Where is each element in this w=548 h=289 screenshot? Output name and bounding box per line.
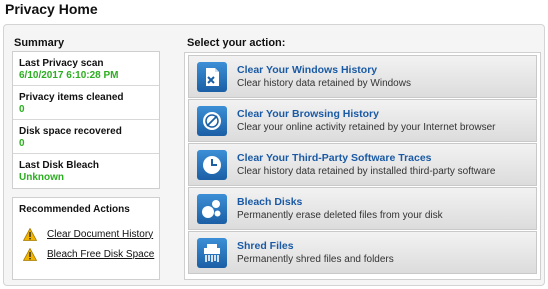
summary-label: Last Privacy scan xyxy=(19,58,104,69)
bubbles-icon xyxy=(197,193,227,224)
clear-browsing-history-button[interactable]: Clear Your Browsing History Clear your o… xyxy=(188,99,537,142)
summary-label: Last Disk Bleach xyxy=(19,160,100,171)
shredder-icon xyxy=(197,237,227,268)
summary-value: 0 xyxy=(19,138,25,149)
action-title: Shred Files xyxy=(237,239,294,252)
actions-panel: Clear Your Windows History Clear history… xyxy=(184,52,541,280)
summary-heading: Summary xyxy=(14,37,65,49)
summary-label: Privacy items cleaned xyxy=(19,92,124,103)
recommended-item-bleach-free-space: Bleach Free Disk Space xyxy=(23,247,154,261)
summary-item-space-recovered: Disk space recovered 0 xyxy=(13,120,159,154)
page-title: Privacy Home xyxy=(5,1,98,17)
warning-icon xyxy=(23,247,37,261)
summary-value: Unknown xyxy=(19,172,64,183)
action-title: Clear Your Windows History xyxy=(237,63,378,76)
clear-third-party-traces-button[interactable]: Clear Your Third-Party Software Traces C… xyxy=(188,143,537,186)
action-description: Clear history data retained by installed… xyxy=(237,165,496,177)
clock-icon xyxy=(197,149,227,180)
select-action-heading: Select your action: xyxy=(187,37,286,49)
bleach-free-disk-space-link[interactable]: Bleach Free Disk Space xyxy=(47,249,154,260)
windows-history-icon xyxy=(197,61,227,92)
action-description: Clear history data retained by Windows xyxy=(237,77,411,89)
browser-icon xyxy=(197,105,227,136)
shred-files-button[interactable]: Shred Files Permanently shred files and … xyxy=(188,231,537,274)
action-description: Permanently shred files and folders xyxy=(237,253,394,265)
action-description: Permanently erase deleted files from you… xyxy=(237,209,443,221)
action-title: Bleach Disks xyxy=(237,195,303,208)
summary-label: Disk space recovered xyxy=(19,126,122,137)
recommended-actions-panel: Recommended Actions Clear Document Histo… xyxy=(12,197,160,280)
action-description: Clear your online activity retained by y… xyxy=(237,121,496,133)
summary-value: 0 xyxy=(19,104,25,115)
clear-windows-history-button[interactable]: Clear Your Windows History Clear history… xyxy=(188,55,537,98)
action-title: Clear Your Third-Party Software Traces xyxy=(237,151,432,164)
clear-document-history-link[interactable]: Clear Document History xyxy=(47,229,153,240)
summary-item-last-scan: Last Privacy scan 6/10/2017 6:10:28 PM xyxy=(13,52,159,86)
bleach-disks-button[interactable]: Bleach Disks Permanently erase deleted f… xyxy=(188,187,537,230)
summary-value: 6/10/2017 6:10:28 PM xyxy=(19,70,119,81)
action-title: Clear Your Browsing History xyxy=(237,107,379,120)
summary-item-items-cleaned: Privacy items cleaned 0 xyxy=(13,86,159,120)
summary-item-last-bleach: Last Disk Bleach Unknown xyxy=(13,154,159,188)
warning-icon xyxy=(23,227,37,241)
recommended-item-document-history: Clear Document History xyxy=(23,227,153,241)
summary-panel: Last Privacy scan 6/10/2017 6:10:28 PM P… xyxy=(12,51,160,189)
recommended-heading: Recommended Actions xyxy=(19,204,130,215)
